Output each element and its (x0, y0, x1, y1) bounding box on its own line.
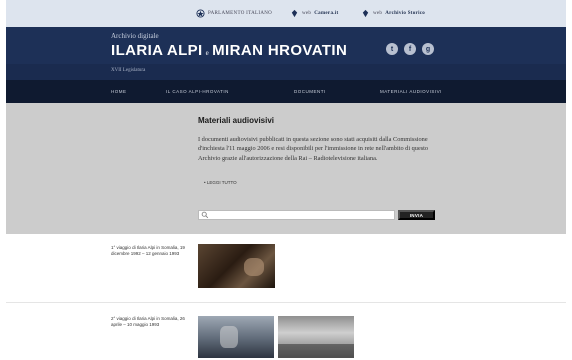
camera-logo-icon (291, 9, 298, 18)
pre-title: Archivio digitale (111, 32, 159, 40)
video-group-caption: 1° viaggio di Ilaria Alpi in Somalia, 19… (111, 245, 185, 257)
facebook-glyph: f (408, 45, 412, 53)
camera-link[interactable]: web Camera.it (290, 9, 338, 18)
facebook-icon[interactable]: f (404, 43, 416, 55)
search-box (198, 210, 395, 220)
google-plus-icon[interactable]: g (422, 43, 434, 55)
legislature-bar: XVII Legislatura (6, 64, 566, 80)
nav-materiali-audiovisivi[interactable]: MATERIALI AUDIOVISIVI (380, 89, 442, 94)
title-amp: e (205, 49, 210, 57)
nav-caso[interactable]: IL CASO ALPI-HROVATIN (166, 89, 229, 94)
video-group-caption: 2° viaggio di Ilaria Alpi in Somalia, 26… (111, 316, 185, 328)
video-thumbnail[interactable] (278, 316, 354, 358)
twitter-icon[interactable]: t (386, 43, 398, 55)
parlamento-link-label: PARLAMENTO ITALIANO (208, 11, 273, 16)
archivio-storico-link[interactable]: web Archivio Storico (361, 9, 425, 18)
search-submit-button[interactable]: INVIA (398, 210, 435, 220)
emblem-icon (196, 9, 205, 18)
video-group-row: 2° viaggio di Ilaria Alpi in Somalia, 26… (6, 303, 566, 360)
page-title: Materiali audiovisivi (198, 116, 275, 125)
intro-panel: Materiali audiovisivi I documenti audiov… (6, 103, 566, 234)
google-glyph: g (425, 45, 431, 53)
search-icon (201, 211, 209, 219)
archivio-link-prefix: web (373, 11, 383, 16)
search-input[interactable] (211, 211, 391, 219)
top-links-bar: PARLAMENTO ITALIANO web Camera.it web Arch… (6, 0, 566, 27)
title-left: ILARIA ALPI (111, 42, 203, 59)
intro-text: I documenti audiovisivi pubblicati in qu… (198, 136, 429, 162)
title-right: MIRAN HROVATIN (212, 42, 348, 59)
nav-documenti[interactable]: DOCUMENTI (294, 89, 326, 94)
page: PARLAMENTO ITALIANO web Camera.it web Arch… (6, 0, 566, 360)
video-thumbnail[interactable] (198, 316, 274, 358)
nav-home[interactable]: HOME (111, 89, 127, 94)
video-thumbnail[interactable] (198, 244, 275, 288)
camera-link-prefix: web (302, 11, 312, 16)
parlamento-link[interactable]: PARLAMENTO ITALIANO (196, 9, 272, 18)
read-more-link[interactable]: • LEGGI TUTTO (204, 180, 237, 185)
legislature-label: XVII Legislatura (111, 68, 146, 73)
site-title[interactable]: ILARIA ALPI e MIRAN HROVATIN (111, 42, 347, 59)
twitter-glyph: t (390, 45, 394, 53)
main-nav: HOME IL CASO ALPI-HROVATIN DOCUMENTI MAT… (6, 80, 566, 103)
site-header: Archivio digitale ILARIA ALPI e MIRAN HROV… (6, 27, 566, 64)
archivio-link-label: Archivio Storico (385, 11, 426, 16)
video-group-row: 1° viaggio di Ilaria Alpi in Somalia, 19… (6, 234, 566, 303)
archivio-logo-icon (362, 9, 369, 18)
camera-link-label: Camera.it (314, 11, 339, 16)
